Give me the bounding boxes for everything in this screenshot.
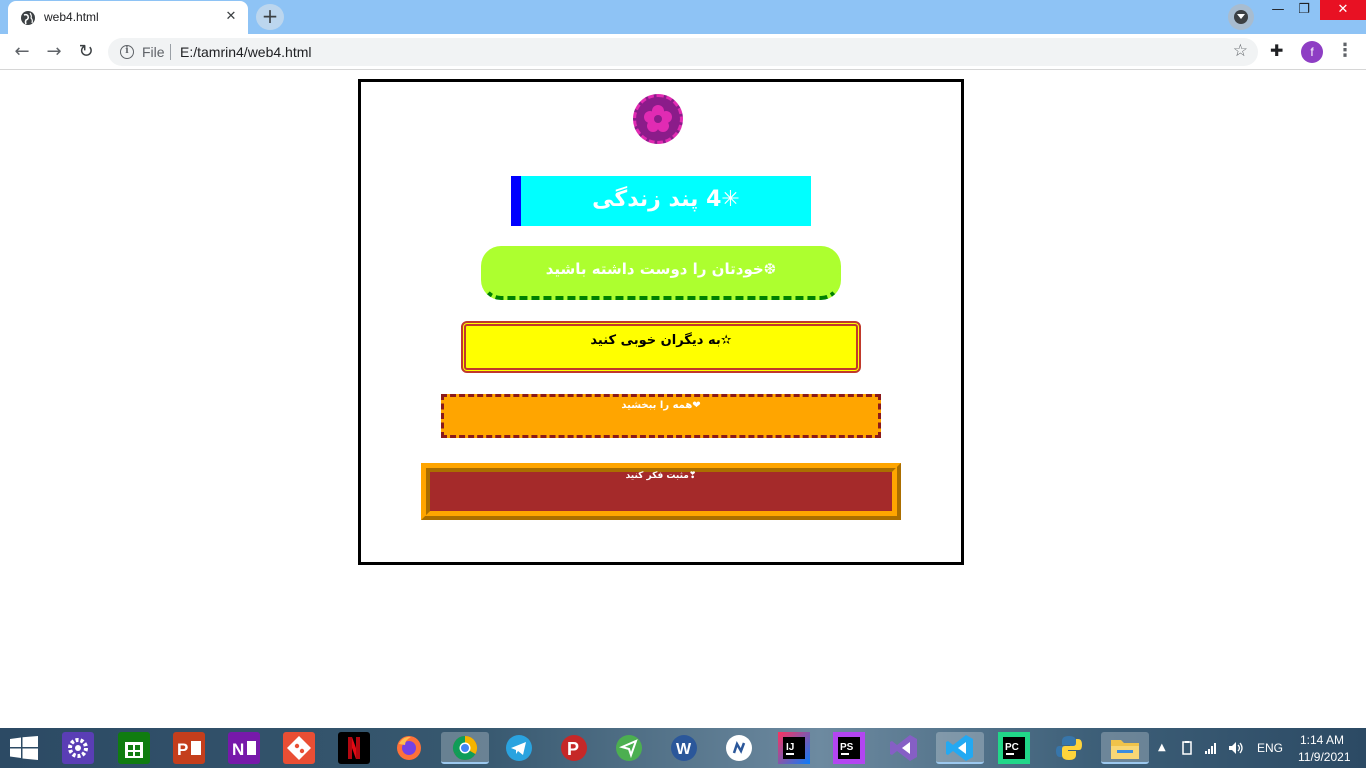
url-scheme-label: File bbox=[142, 44, 165, 60]
advice-item-1: ❆خودتان را دوست داشته باشید bbox=[481, 246, 841, 300]
browser-toolbar: ← → ↻ i File E:/tamrin4/web4.html ☆ bbox=[0, 34, 1366, 70]
address-bar[interactable]: i File E:/tamrin4/web4.html ☆ bbox=[108, 38, 1258, 66]
advice-item-2-text: ✫به دیگران خوبی کنید bbox=[590, 333, 732, 348]
svg-text:W: W bbox=[676, 741, 692, 758]
close-window-button[interactable]: ✕ bbox=[1320, 0, 1366, 20]
file-explorer-icon[interactable] bbox=[1101, 732, 1149, 764]
powerpoint-icon[interactable]: P bbox=[173, 732, 205, 764]
advice-item-4-text: ❣مثبت فکر کنید bbox=[625, 471, 697, 481]
reload-button[interactable]: ↻ bbox=[74, 40, 98, 64]
advice-item-3-text: ❤همه را ببخشید bbox=[621, 400, 701, 411]
advice-item-3: ❤همه را ببخشید bbox=[441, 394, 881, 438]
telegram-icon[interactable] bbox=[503, 732, 535, 764]
extensions-icon[interactable]: ✚ bbox=[1270, 41, 1283, 60]
page-heading: ✳4 پند زندگی bbox=[511, 176, 811, 226]
windows-taskbar: P N P W IJ PS PC ▲ ENG 1:14 AM 11/9/2021 bbox=[0, 728, 1366, 768]
firefox-icon[interactable] bbox=[393, 732, 425, 764]
pushbullet-icon[interactable] bbox=[613, 732, 645, 764]
whatsapp-icon[interactable] bbox=[723, 732, 755, 764]
svg-text:N: N bbox=[232, 740, 244, 759]
visual-studio-icon[interactable] bbox=[888, 732, 920, 764]
vscode-icon[interactable] bbox=[936, 732, 984, 764]
forward-button[interactable]: → bbox=[42, 40, 66, 64]
netflix-icon[interactable] bbox=[338, 732, 370, 764]
chrome-icon[interactable] bbox=[441, 732, 489, 764]
clock-date[interactable]: 11/9/2021 bbox=[1298, 750, 1351, 764]
svg-text:PS: PS bbox=[840, 742, 854, 753]
info-icon[interactable]: i bbox=[120, 45, 134, 59]
network-icon[interactable] bbox=[1204, 741, 1218, 755]
advice-item-4: ❣مثبت فکر کنید bbox=[421, 463, 901, 520]
python-icon[interactable] bbox=[1053, 732, 1085, 764]
tab-close-icon[interactable]: ✕ bbox=[222, 8, 240, 26]
psiphon-icon[interactable]: P bbox=[558, 732, 590, 764]
svg-text:IJ: IJ bbox=[786, 742, 794, 753]
flower-logo-icon bbox=[633, 94, 683, 144]
phpstorm-icon[interactable]: PS bbox=[833, 732, 865, 764]
svg-text:PC: PC bbox=[1005, 742, 1019, 753]
svg-text:P: P bbox=[177, 740, 188, 759]
tab-search-icon[interactable] bbox=[1228, 4, 1254, 30]
advice-item-2: ✫به دیگران خوبی کنید bbox=[461, 321, 861, 373]
profile-avatar[interactable]: f bbox=[1301, 41, 1323, 63]
browser-titlebar: web4.html ✕ + — ❐ ✕ bbox=[0, 0, 1366, 34]
bookmark-star-icon[interactable]: ☆ bbox=[1233, 41, 1248, 61]
tab-title: web4.html bbox=[44, 10, 99, 24]
new-tab-button[interactable]: + bbox=[256, 4, 284, 30]
pycharm-icon[interactable]: PC bbox=[998, 732, 1030, 764]
omnibox-divider bbox=[170, 44, 171, 60]
windows-start-icon[interactable] bbox=[10, 736, 38, 760]
browser-menu-icon[interactable]: ⋮ bbox=[1336, 40, 1354, 61]
tray-overflow-icon[interactable]: ▲ bbox=[1158, 742, 1166, 753]
git-icon[interactable] bbox=[283, 732, 315, 764]
settings-icon[interactable] bbox=[62, 732, 94, 764]
restore-button[interactable]: ❐ bbox=[1290, 0, 1318, 20]
clock-time[interactable]: 1:14 AM bbox=[1300, 733, 1344, 747]
word-icon[interactable]: W bbox=[668, 732, 700, 764]
volume-icon[interactable] bbox=[1228, 741, 1244, 755]
battery-icon[interactable] bbox=[1180, 741, 1194, 755]
url-text[interactable]: E:/tamrin4/web4.html bbox=[180, 44, 312, 60]
globe-icon bbox=[21, 11, 35, 25]
minimize-button[interactable]: — bbox=[1264, 0, 1292, 20]
onenote-icon[interactable]: N bbox=[228, 732, 260, 764]
language-indicator[interactable]: ENG bbox=[1257, 741, 1283, 755]
intellij-icon[interactable]: IJ bbox=[778, 732, 810, 764]
svg-text:P: P bbox=[567, 739, 579, 759]
store-icon[interactable] bbox=[118, 732, 150, 764]
content-frame: ✳4 پند زندگی ❆خودتان را دوست داشته باشید… bbox=[358, 79, 964, 565]
browser-tab[interactable]: web4.html ✕ bbox=[8, 1, 248, 34]
advice-item-1-text: ❆خودتان را دوست داشته باشید bbox=[545, 260, 777, 278]
back-button[interactable]: ← bbox=[10, 40, 34, 64]
